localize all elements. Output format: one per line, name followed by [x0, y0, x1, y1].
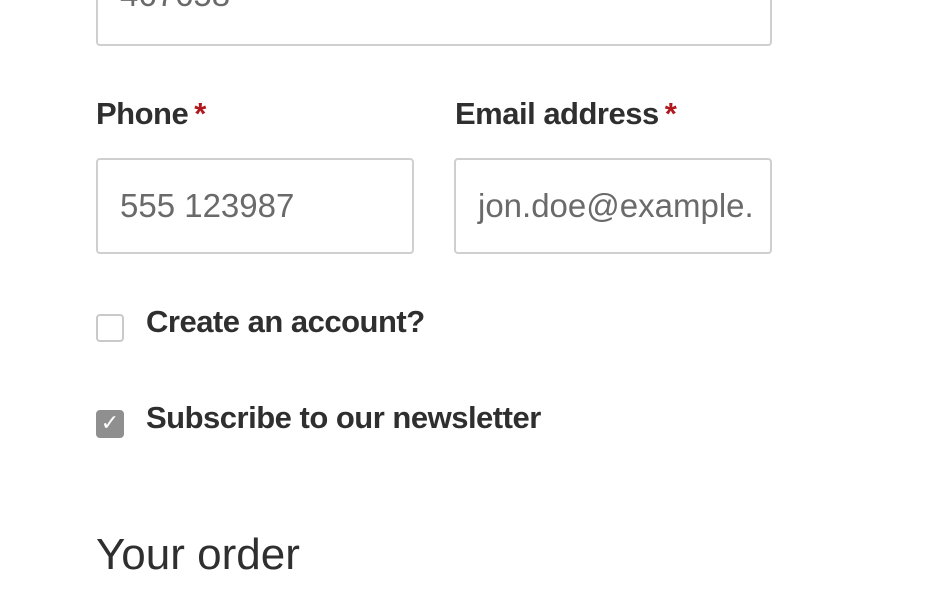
- email-value: jon.doe@example.: [478, 187, 754, 224]
- checkout-form: 467658 Phone* Email address* 555 123987 …: [0, 0, 946, 614]
- phone-input[interactable]: 555 123987: [96, 158, 414, 254]
- newsletter-label[interactable]: Subscribe to our newsletter: [146, 400, 541, 436]
- email-required-mark: *: [664, 96, 677, 131]
- create-account-checkbox[interactable]: [96, 314, 124, 342]
- phone-value: 555 123987: [120, 187, 295, 224]
- newsletter-checkbox[interactable]: ✓: [96, 410, 124, 438]
- phone-label: Phone *: [96, 96, 206, 132]
- phone-required-mark: *: [194, 96, 206, 131]
- email-input[interactable]: jon.doe@example.: [454, 158, 772, 254]
- create-account-label[interactable]: Create an account?: [146, 304, 425, 340]
- your-order-heading: Your order: [96, 530, 300, 579]
- phone-label-text: Phone: [96, 96, 189, 131]
- email-label: Email address *: [455, 96, 677, 132]
- email-label-text: Email address: [455, 96, 659, 131]
- postcode-input[interactable]: 467658: [96, 0, 772, 46]
- checkmark-icon: ✓: [100, 411, 120, 436]
- postcode-value: 467658: [120, 0, 230, 14]
